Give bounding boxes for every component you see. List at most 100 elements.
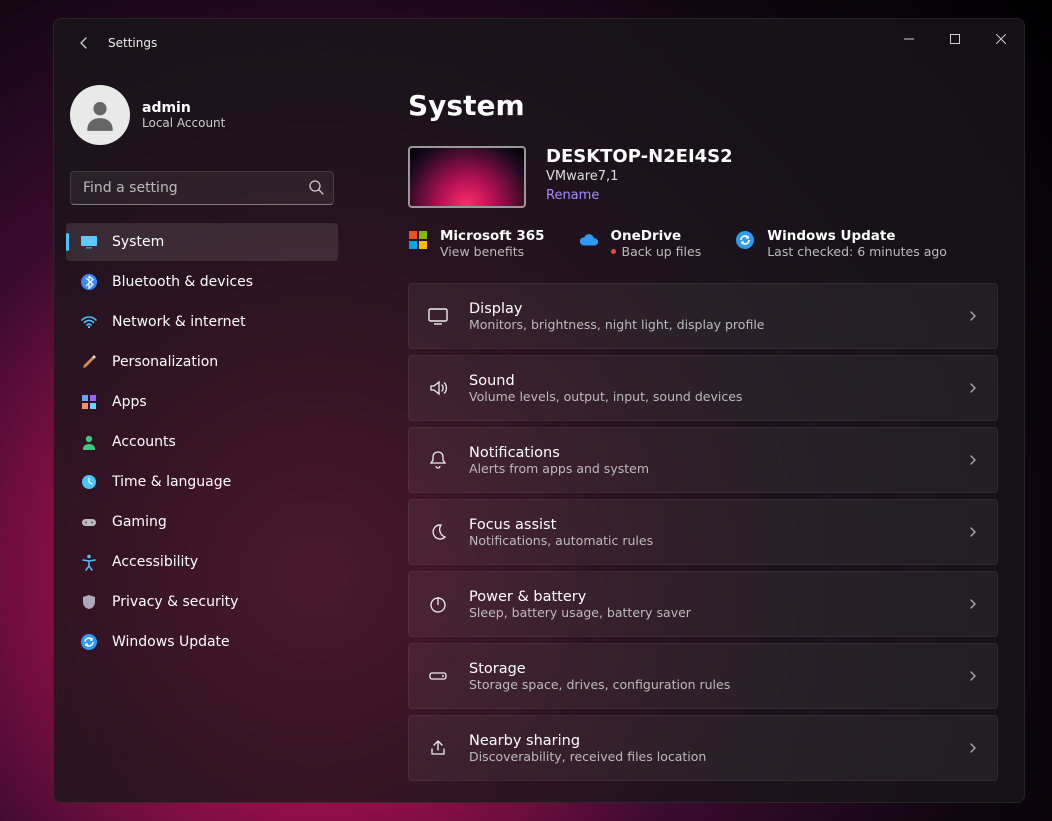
gamepad-icon	[80, 513, 98, 531]
device-name: DESKTOP-N2EI4S2	[546, 146, 733, 167]
titlebar: Settings	[54, 19, 1024, 67]
nav-item-privacy[interactable]: Privacy & security	[66, 583, 338, 621]
close-button[interactable]	[978, 19, 1024, 59]
row-title: Nearby sharing	[469, 733, 947, 749]
search-box	[70, 171, 334, 205]
nav-item-system[interactable]: System	[66, 223, 338, 261]
nav-item-time[interactable]: Time & language	[66, 463, 338, 501]
nav-item-bluetooth[interactable]: Bluetooth & devices	[66, 263, 338, 301]
row-desc: Monitors, brightness, night light, displ…	[469, 317, 947, 332]
settings-row-power[interactable]: Power & batterySleep, battery usage, bat…	[408, 571, 998, 637]
chevron-right-icon	[967, 382, 979, 394]
person-icon	[80, 433, 98, 451]
window-title: Settings	[108, 36, 157, 50]
row-title: Notifications	[469, 445, 947, 461]
row-title: Power & battery	[469, 589, 947, 605]
row-title: Display	[469, 301, 947, 317]
nav-label: Privacy & security	[112, 594, 238, 610]
chevron-right-icon	[967, 598, 979, 610]
minimize-button[interactable]	[886, 19, 932, 59]
chevron-right-icon	[967, 454, 979, 466]
quick-card-winupdate[interactable]: Windows Update Last checked: 6 minutes a…	[735, 228, 947, 259]
quick-subtitle: View benefits	[440, 244, 545, 259]
accessibility-icon	[80, 553, 98, 571]
wifi-icon	[80, 313, 98, 331]
minimize-icon	[904, 34, 914, 44]
nav: System Bluetooth & devices Network & int…	[66, 223, 342, 661]
row-title: Sound	[469, 373, 947, 389]
row-desc: Discoverability, received files location	[469, 749, 947, 764]
onedrive-icon	[579, 230, 599, 250]
search-input[interactable]	[70, 171, 334, 205]
quick-title: Microsoft 365	[440, 228, 545, 244]
user-subtitle: Local Account	[142, 116, 225, 130]
apps-icon	[80, 393, 98, 411]
user-name: admin	[142, 100, 225, 116]
power-icon	[427, 593, 449, 615]
nav-item-accessibility[interactable]: Accessibility	[66, 543, 338, 581]
quick-card-onedrive[interactable]: OneDrive Back up files	[579, 228, 702, 259]
maximize-icon	[950, 34, 960, 44]
storage-icon	[427, 665, 449, 687]
maximize-button[interactable]	[932, 19, 978, 59]
settings-row-sound[interactable]: SoundVolume levels, output, input, sound…	[408, 355, 998, 421]
row-title: Focus assist	[469, 517, 947, 533]
back-arrow-icon	[76, 35, 92, 51]
sidebar: admin Local Account System Bluetooth & d…	[54, 67, 354, 802]
row-desc: Storage space, drives, configuration rul…	[469, 677, 947, 692]
settings-row-focus[interactable]: Focus assistNotifications, automatic rul…	[408, 499, 998, 565]
share-icon	[427, 737, 449, 759]
search-icon	[308, 179, 324, 195]
settings-row-notifications[interactable]: NotificationsAlerts from apps and system	[408, 427, 998, 493]
main-content: System DESKTOP-N2EI4S2 VMware7,1 Rename …	[354, 67, 1024, 802]
chevron-right-icon	[967, 310, 979, 322]
nav-item-gaming[interactable]: Gaming	[66, 503, 338, 541]
nav-label: Network & internet	[112, 314, 246, 330]
user-icon	[81, 96, 119, 134]
monitor-icon	[80, 233, 98, 251]
paintbrush-icon	[80, 353, 98, 371]
chevron-right-icon	[967, 526, 979, 538]
nav-item-accounts[interactable]: Accounts	[66, 423, 338, 461]
row-desc: Sleep, battery usage, battery saver	[469, 605, 947, 620]
settings-row-storage[interactable]: StorageStorage space, drives, configurat…	[408, 643, 998, 709]
row-desc: Notifications, automatic rules	[469, 533, 947, 548]
quick-card-m365[interactable]: Microsoft 365 View benefits	[408, 228, 545, 259]
nav-item-personalization[interactable]: Personalization	[66, 343, 338, 381]
back-button[interactable]	[64, 23, 104, 63]
settings-row-display[interactable]: DisplayMonitors, brightness, night light…	[408, 283, 998, 349]
device-model: VMware7,1	[546, 169, 733, 184]
page-title: System	[408, 89, 998, 122]
nav-label: System	[112, 234, 164, 250]
nav-item-network[interactable]: Network & internet	[66, 303, 338, 341]
device-wallpaper-thumb[interactable]	[408, 146, 526, 208]
quick-title: Windows Update	[767, 228, 947, 244]
alert-dot-icon	[611, 249, 616, 254]
moon-icon	[427, 521, 449, 543]
row-desc: Volume levels, output, input, sound devi…	[469, 389, 947, 404]
rename-link[interactable]: Rename	[546, 188, 599, 203]
chevron-right-icon	[967, 670, 979, 682]
quick-cards: Microsoft 365 View benefits OneDrive Bac…	[408, 228, 998, 259]
settings-row-nearby[interactable]: Nearby sharingDiscoverability, received …	[408, 715, 998, 781]
microsoft-logo-icon	[408, 230, 428, 250]
quick-subtitle: Back up files	[611, 244, 702, 259]
sound-icon	[427, 377, 449, 399]
window-controls	[886, 19, 1024, 59]
clock-globe-icon	[80, 473, 98, 491]
bell-icon	[427, 449, 449, 471]
user-profile[interactable]: admin Local Account	[66, 79, 342, 161]
nav-label: Personalization	[112, 354, 218, 370]
quick-title: OneDrive	[611, 228, 702, 244]
row-desc: Alerts from apps and system	[469, 461, 947, 476]
update-icon	[80, 633, 98, 651]
nav-label: Accessibility	[112, 554, 198, 570]
nav-item-apps[interactable]: Apps	[66, 383, 338, 421]
nav-label: Windows Update	[112, 634, 230, 650]
row-title: Storage	[469, 661, 947, 677]
nav-item-update[interactable]: Windows Update	[66, 623, 338, 661]
close-icon	[996, 34, 1006, 44]
windows-update-icon	[735, 230, 755, 250]
display-icon	[427, 305, 449, 327]
nav-label: Apps	[112, 394, 147, 410]
